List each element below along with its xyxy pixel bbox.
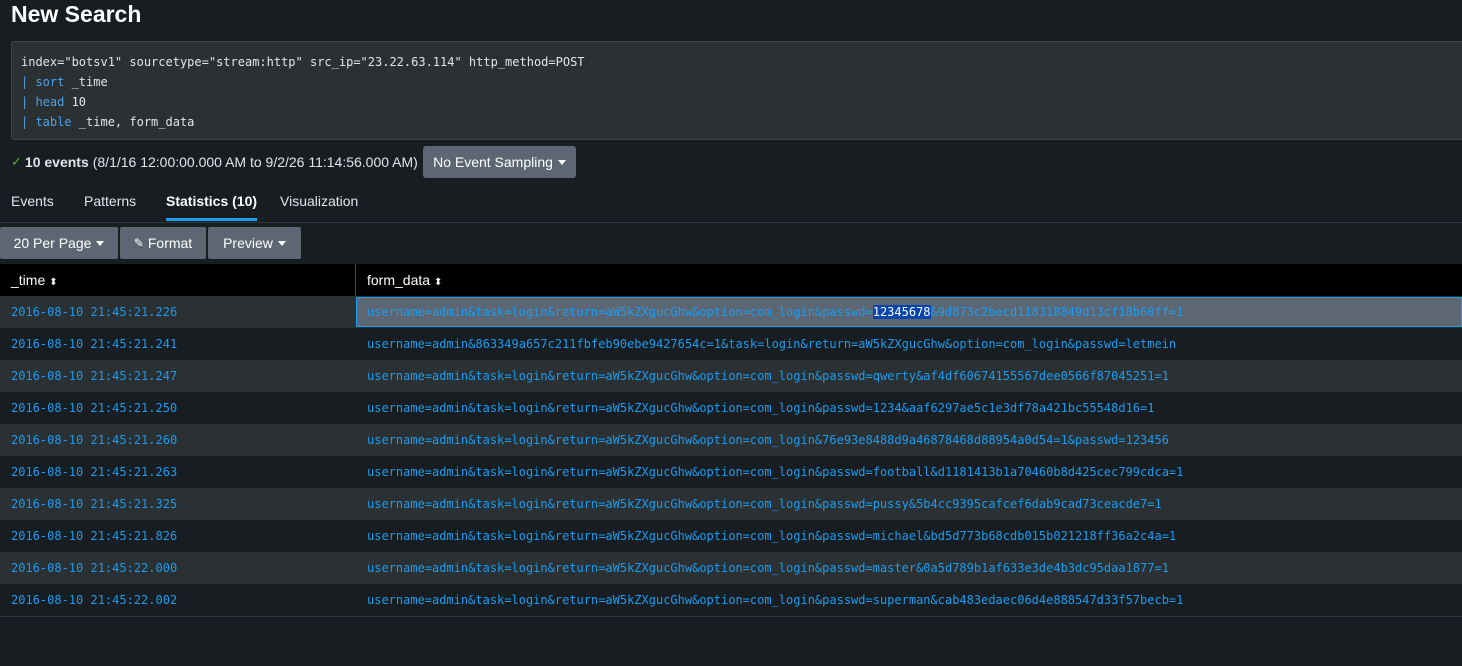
results-table-body: 2016-08-10 21:45:21.226 username=admin&t… xyxy=(0,296,1462,616)
table-header: _time ⬍ form_data ⬍ xyxy=(0,264,1462,296)
table-row[interactable]: 2016-08-10 21:45:21.226 username=admin&t… xyxy=(0,296,1462,328)
form-data-cell[interactable]: username=admin&863349a657c211fbfeb90ebe9… xyxy=(367,328,1176,360)
command-arg: 10 xyxy=(64,95,87,109)
column-divider[interactable] xyxy=(355,264,356,296)
search-status: ✓ 10 events (8/1/16 12:00:00.000 AM to 9… xyxy=(11,146,418,178)
table-row[interactable]: 2016-08-10 21:45:22.002 username=admin&t… xyxy=(0,584,1462,616)
page-title: New Search xyxy=(11,1,142,27)
format-label: Format xyxy=(147,235,193,251)
tab-events[interactable]: Events xyxy=(11,182,54,220)
form-data-prefix: username=admin&task=login&return=aW5kZXg… xyxy=(367,305,873,319)
tab-statistics[interactable]: Statistics (10) xyxy=(166,182,258,221)
time-cell[interactable]: 2016-08-10 21:45:22.002 xyxy=(11,584,177,616)
command-head: head xyxy=(35,95,65,109)
table-row[interactable]: 2016-08-10 21:45:21.325 username=admin&t… xyxy=(0,488,1462,520)
column-header-label: _time xyxy=(11,272,46,288)
time-cell[interactable]: 2016-08-10 21:45:21.250 xyxy=(11,392,177,424)
time-cell[interactable]: 2016-08-10 21:45:21.325 xyxy=(11,488,177,520)
table-bottom-border xyxy=(0,616,1462,617)
table-row[interactable]: 2016-08-10 21:45:21.241 username=admin&8… xyxy=(0,328,1462,360)
table-row[interactable]: 2016-08-10 21:45:22.000 username=admin&t… xyxy=(0,552,1462,584)
caret-down-icon xyxy=(557,159,566,165)
tab-visualization[interactable]: Visualization xyxy=(280,182,358,220)
column-header-form-data[interactable]: form_data ⬍ xyxy=(367,264,442,296)
table-row[interactable]: 2016-08-10 21:45:21.250 username=admin&t… xyxy=(0,392,1462,424)
search-line-4: | table _time, form_data xyxy=(21,112,1462,132)
caret-down-icon xyxy=(96,240,105,246)
event-sampling-dropdown[interactable]: No Event Sampling xyxy=(423,146,576,178)
table-row[interactable]: 2016-08-10 21:45:21.826 username=admin&t… xyxy=(0,520,1462,552)
search-line-2: | sort _time xyxy=(21,72,1462,92)
preview-label: Preview xyxy=(223,235,273,251)
results-tabs: Events Patterns Statistics (10) Visualiz… xyxy=(0,182,1462,223)
form-data-cell[interactable]: username=admin&task=login&return=aW5kZXg… xyxy=(367,456,1183,488)
command-arg: _time xyxy=(64,75,108,89)
sort-icon[interactable]: ⬍ xyxy=(434,277,442,288)
time-cell[interactable]: 2016-08-10 21:45:21.260 xyxy=(11,424,177,456)
per-page-dropdown[interactable]: 20 Per Page xyxy=(0,227,118,259)
form-data-cell[interactable]: username=admin&task=login&return=aW5kZXg… xyxy=(367,488,1162,520)
time-cell[interactable]: 2016-08-10 21:45:21.241 xyxy=(11,328,177,360)
command-arg: _time, form_data xyxy=(71,115,195,129)
time-cell[interactable]: 2016-08-10 21:45:22.000 xyxy=(11,552,177,584)
per-page-label: 20 Per Page xyxy=(13,235,92,251)
search-line-1: index="botsv1" sourcetype="stream:http" … xyxy=(21,55,585,69)
search-query-editor[interactable]: index="botsv1" sourcetype="stream:http" … xyxy=(11,41,1462,140)
time-cell[interactable]: 2016-08-10 21:45:21.263 xyxy=(11,456,177,488)
pipe-symbol: | xyxy=(21,75,36,89)
time-cell[interactable]: 2016-08-10 21:45:21.826 xyxy=(11,520,177,552)
table-row[interactable]: 2016-08-10 21:45:21.260 username=admin&t… xyxy=(0,424,1462,456)
column-header-time[interactable]: _time ⬍ xyxy=(11,264,58,296)
pencil-icon: ✎ xyxy=(133,236,144,250)
search-line-3: | head 10 xyxy=(21,92,1462,112)
pipe-symbol: | xyxy=(21,95,36,109)
form-data-cell[interactable]: username=admin&task=login&return=aW5kZXg… xyxy=(367,424,1169,456)
form-data-cell[interactable]: username=admin&task=login&return=aW5kZXg… xyxy=(367,360,1169,392)
form-data-cell[interactable]: username=admin&task=login&return=aW5kZXg… xyxy=(367,520,1176,552)
preview-dropdown[interactable]: Preview xyxy=(208,227,301,259)
table-row[interactable]: 2016-08-10 21:45:21.247 username=admin&t… xyxy=(0,360,1462,392)
checkmark-icon: ✓ xyxy=(11,154,22,169)
form-data-cell[interactable]: username=admin&task=login&return=aW5kZXg… xyxy=(367,584,1183,616)
form-data-cell[interactable]: username=admin&task=login&return=aW5kZXg… xyxy=(367,296,1183,328)
events-count[interactable]: 10 events xyxy=(25,154,89,170)
column-header-label: form_data xyxy=(367,272,431,288)
event-sampling-label: No Event Sampling xyxy=(433,154,553,170)
tab-patterns[interactable]: Patterns xyxy=(84,182,136,220)
form-data-cell[interactable]: username=admin&task=login&return=aW5kZXg… xyxy=(367,392,1154,424)
command-table: table xyxy=(35,115,72,129)
pipe-symbol: | xyxy=(21,115,36,129)
caret-down-icon xyxy=(277,240,286,246)
form-data-suffix: &9d873c2becd118318849d13cf18b60ff=1 xyxy=(930,305,1184,319)
command-sort: sort xyxy=(35,75,65,89)
time-cell[interactable]: 2016-08-10 21:45:21.247 xyxy=(11,360,177,392)
form-data-cell[interactable]: username=admin&task=login&return=aW5kZXg… xyxy=(367,552,1169,584)
time-cell[interactable]: 2016-08-10 21:45:21.226 xyxy=(11,296,177,328)
format-button[interactable]: ✎ Format xyxy=(120,227,206,259)
time-range: (8/1/16 12:00:00.000 AM to 9/2/26 11:14:… xyxy=(92,154,418,170)
sort-icon[interactable]: ⬍ xyxy=(49,277,57,288)
table-row[interactable]: 2016-08-10 21:45:21.263 username=admin&t… xyxy=(0,456,1462,488)
selected-text: 12345678 xyxy=(872,305,931,319)
